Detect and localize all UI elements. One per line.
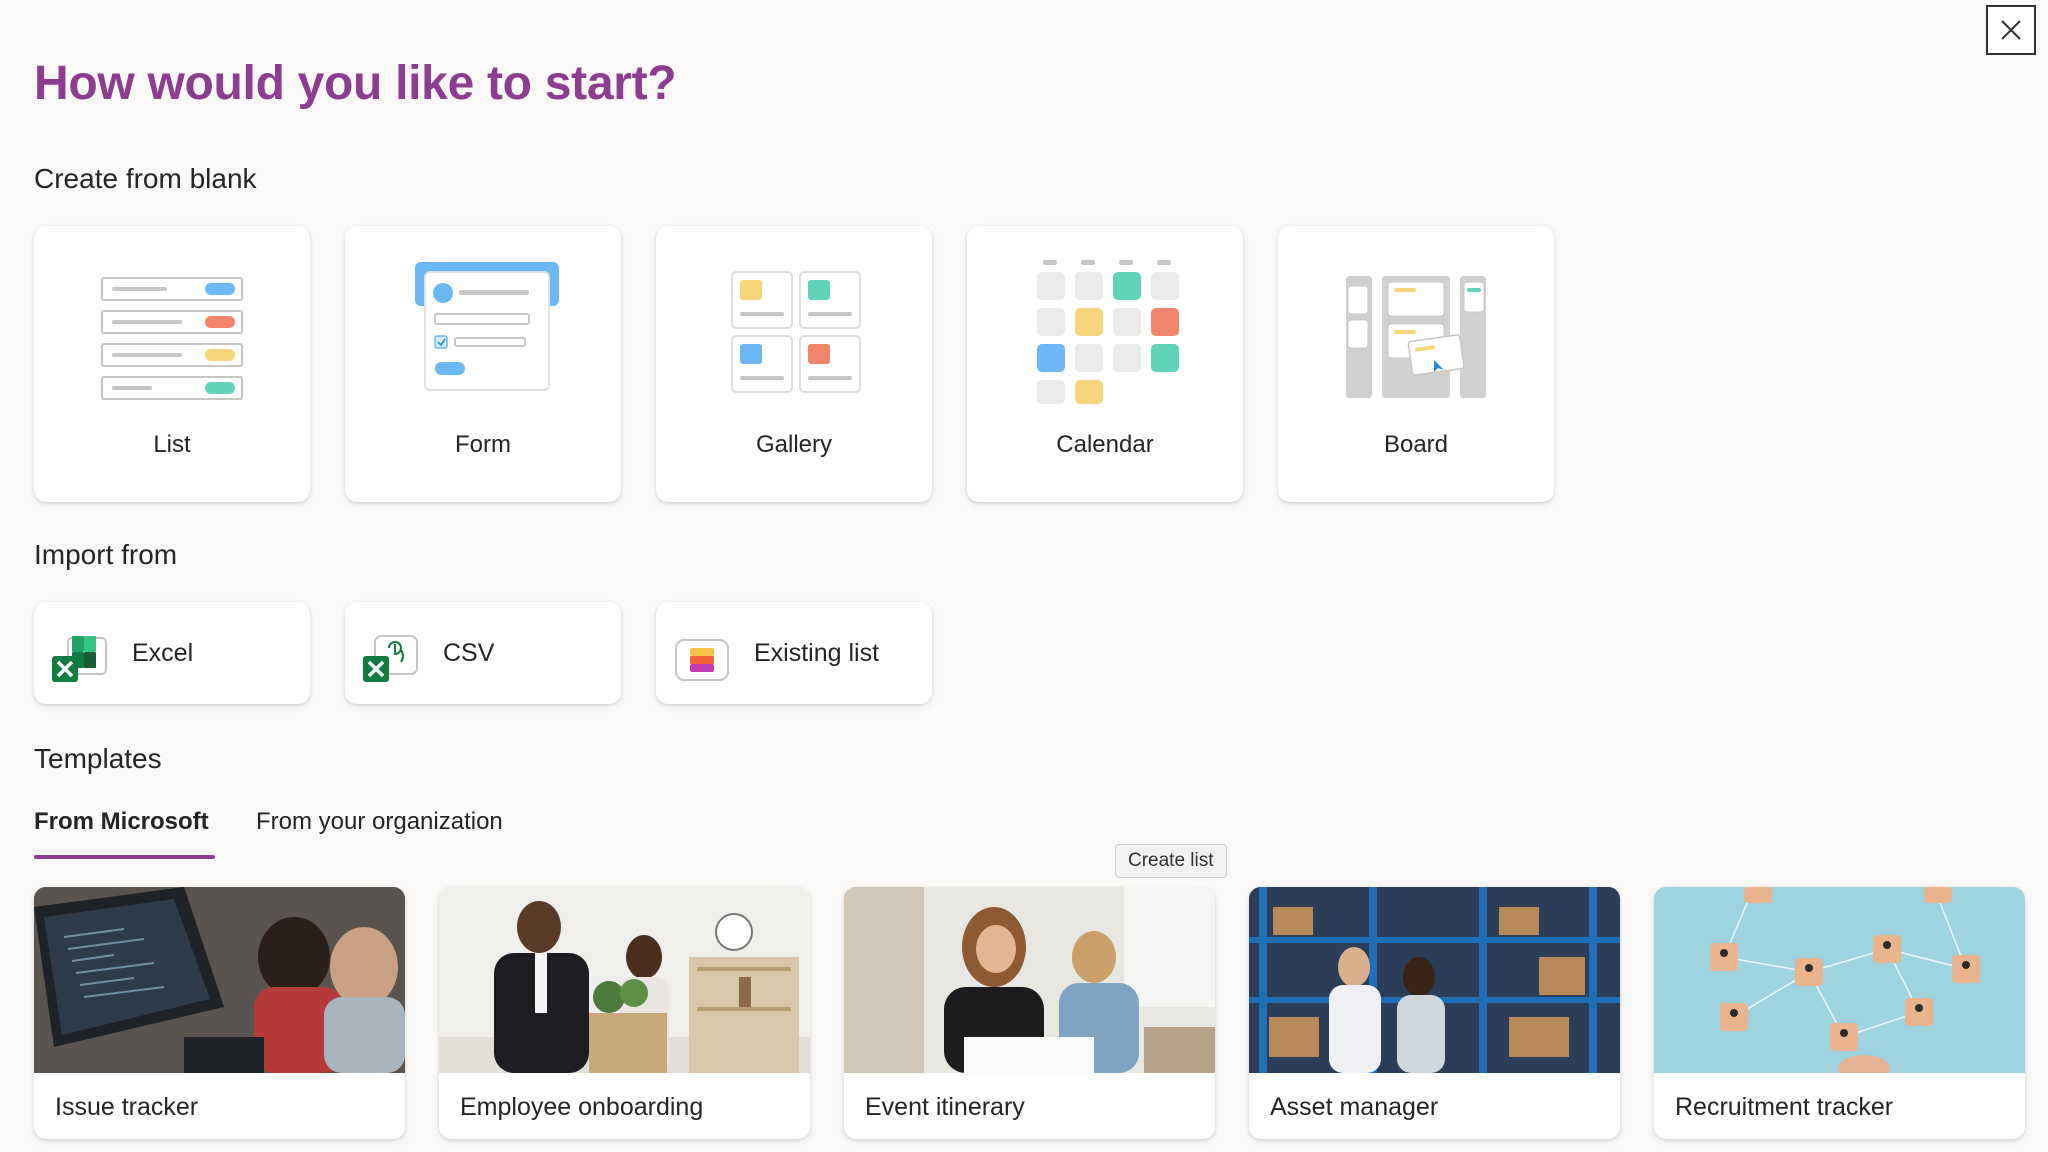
import-existing-list-card[interactable]: Existing list: [656, 602, 932, 704]
template-event-itinerary[interactable]: Event itinerary: [844, 887, 1215, 1139]
calendar-label: Calendar: [1056, 431, 1154, 458]
gallery-illustration-icon: [731, 271, 861, 393]
tab-from-your-organization[interactable]: From your organization: [256, 808, 503, 836]
template-recruitment-tracker[interactable]: Recruitment tracker: [1654, 887, 2025, 1139]
form-label: Form: [455, 431, 511, 458]
import-from-heading: Import from: [34, 539, 178, 570]
csv-icon: [363, 635, 418, 682]
tab-selection-indicator: [34, 855, 215, 859]
calendar-illustration-icon: [1037, 260, 1179, 404]
import-csv-label: CSV: [443, 639, 495, 667]
board-card[interactable]: [1278, 226, 1554, 502]
import-excel-label: Excel: [132, 639, 194, 667]
template-asset-manager[interactable]: Asset manager: [1249, 887, 1620, 1139]
asset-manager-photo: [1249, 887, 1620, 1073]
create-from-blank-heading: Create from blank: [34, 163, 257, 194]
board-illustration-icon: [1346, 276, 1486, 398]
list-card[interactable]: [34, 226, 310, 502]
template-issue-tracker[interactable]: Issue tracker: [34, 887, 405, 1139]
list-illustration-icon: [101, 277, 243, 400]
form-illustration-icon: [415, 262, 559, 391]
recruitment-tracker-photo: [1654, 887, 2025, 1073]
board-label: Board: [1383, 431, 1449, 458]
existing-list-icon: [675, 639, 729, 681]
event-itinerary-photo: [844, 887, 1215, 1073]
issue-tracker-photo: [34, 887, 405, 1073]
template-asset-manager-label: Asset manager: [1270, 1093, 1439, 1121]
dialog-title: How would you like to start?: [34, 57, 677, 110]
form-card[interactable]: [345, 226, 621, 502]
templates-heading: Templates: [34, 743, 162, 774]
import-excel-card[interactable]: Excel: [34, 602, 310, 704]
employee-onboarding-photo: [439, 887, 810, 1073]
gallery-card[interactable]: [656, 226, 932, 502]
calendar-card[interactable]: [967, 226, 1243, 502]
create-list-tooltip: Create list: [1115, 844, 1227, 878]
list-label: List: [153, 431, 191, 458]
import-existing-list-label: Existing list: [754, 639, 880, 667]
excel-icon: [52, 636, 107, 682]
template-issue-tracker-label: Issue tracker: [55, 1093, 199, 1121]
template-employee-onboarding[interactable]: Employee onboarding: [439, 887, 810, 1139]
import-csv-card[interactable]: CSV: [345, 602, 621, 704]
template-event-itinerary-label: Event itinerary: [865, 1093, 1025, 1121]
close-icon: [2001, 20, 2021, 40]
template-recruitment-tracker-label: Recruitment tracker: [1675, 1093, 1894, 1121]
gallery-label: Gallery: [755, 431, 833, 458]
template-employee-onboarding-label: Employee onboarding: [460, 1093, 704, 1121]
close-button[interactable]: [1986, 5, 2036, 55]
tab-from-microsoft[interactable]: From Microsoft: [34, 808, 209, 836]
